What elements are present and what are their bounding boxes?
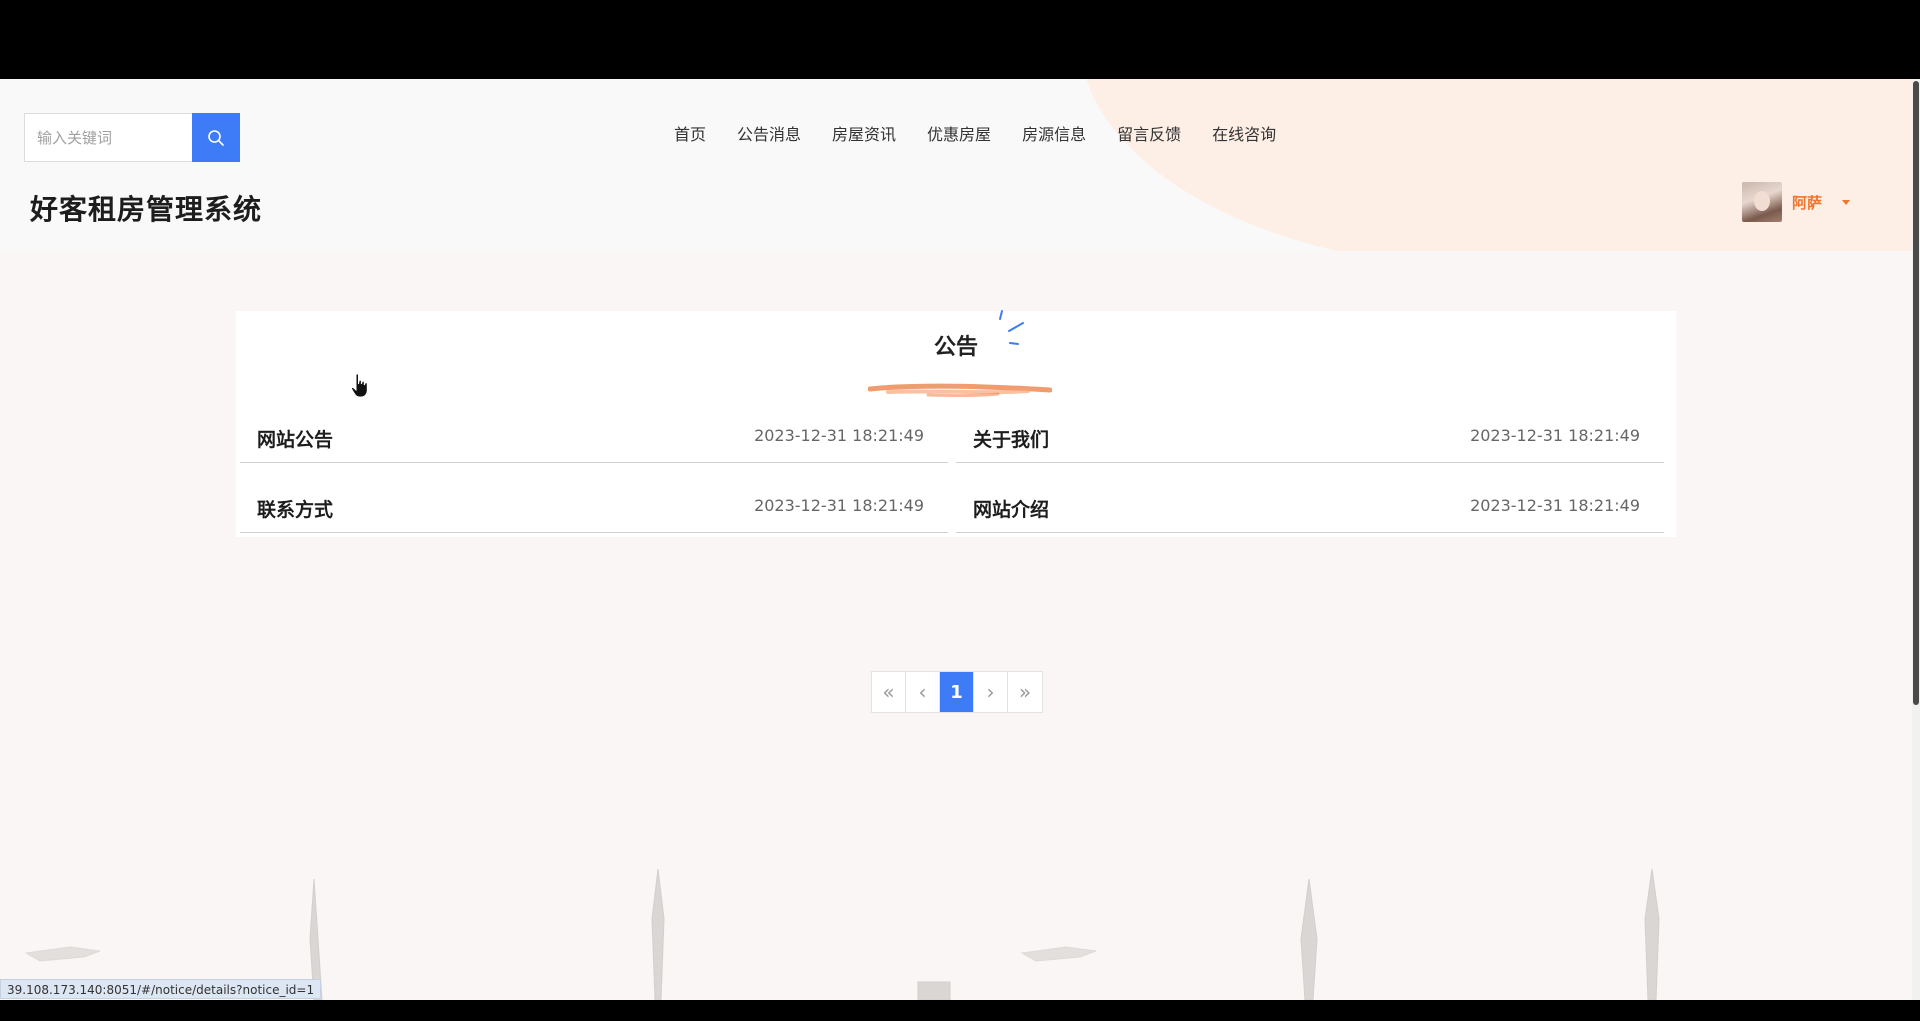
search-button[interactable] [192, 113, 240, 162]
browser-bottom-bar [0, 1000, 1920, 1021]
nav-item-online-consult[interactable]: 在线咨询 [1212, 123, 1276, 147]
pagination-last[interactable]: » [1008, 672, 1042, 712]
notice-title: 联系方式 [257, 499, 334, 521]
notice-item-2[interactable]: 关于我们 2023-12-31 18:21:49 [956, 405, 1664, 463]
notice-card: 公告 网站公告 2023-12-31 18:21:49 关于我们 2023-12… [236, 310, 1676, 537]
notice-title: 关于我们 [973, 429, 1050, 451]
hand-cursor-icon [350, 373, 368, 398]
page-viewport: 首页 公告消息 房屋资讯 优惠房屋 房源信息 留言反馈 在线咨询 好客租房管理系… [0, 79, 1920, 1000]
nav-item-notices[interactable]: 公告消息 [737, 123, 801, 147]
nav-item-home[interactable]: 首页 [674, 123, 706, 147]
site-title: 好客租房管理系统 [30, 193, 263, 226]
nav-item-feedback[interactable]: 留言反馈 [1117, 123, 1181, 147]
notice-item-1[interactable]: 网站公告 2023-12-31 18:21:49 [240, 405, 948, 463]
nav-item-listings[interactable]: 房源信息 [1022, 123, 1086, 147]
nav-item-house-news[interactable]: 房屋资讯 [832, 123, 896, 147]
pagination-prev[interactable]: ‹ [906, 672, 940, 712]
search-icon [208, 129, 224, 146]
section-title: 公告 [933, 335, 978, 360]
caret-down-icon [1842, 199, 1851, 205]
user-menu[interactable]: 阿萨 [1742, 182, 1851, 222]
notice-title: 网站介绍 [973, 499, 1050, 521]
notice-item-3[interactable]: 联系方式 2023-12-31 18:21:49 [240, 475, 948, 533]
pagination-current[interactable]: 1 [940, 672, 974, 712]
main-nav: 首页 公告消息 房屋资讯 优惠房屋 房源信息 留言反馈 在线咨询 [674, 123, 1307, 147]
header-decoration [1080, 79, 1920, 251]
skyline-decoration [24, 868, 1660, 1000]
pagination-next[interactable]: › [974, 672, 1008, 712]
notice-date: 2023-12-31 18:21:49 [754, 496, 924, 515]
avatar [1742, 182, 1782, 222]
search-input[interactable] [24, 113, 192, 162]
notice-item-4[interactable]: 网站介绍 2023-12-31 18:21:49 [956, 475, 1664, 533]
notice-title: 网站公告 [257, 429, 334, 451]
browser-top-bar [0, 0, 1920, 79]
user-name: 阿萨 [1792, 193, 1823, 212]
vertical-scrollbar[interactable] [1912, 79, 1920, 1000]
notice-date: 2023-12-31 18:21:49 [754, 426, 924, 445]
search-box [24, 113, 240, 162]
brush-underline [868, 383, 1052, 398]
notice-date: 2023-12-31 18:21:49 [1470, 426, 1640, 445]
site-header: 首页 公告消息 房屋资讯 优惠房屋 房源信息 留言反馈 在线咨询 好客租房管理系… [0, 79, 1920, 251]
pagination-first[interactable]: « [872, 672, 906, 712]
notice-date: 2023-12-31 18:21:49 [1470, 496, 1640, 515]
status-url: 39.108.173.140:8051/#/notice/details?not… [0, 979, 322, 999]
pagination: « ‹ 1 › » [871, 671, 1043, 713]
scrollbar-thumb[interactable] [1913, 81, 1919, 705]
nav-item-discount-houses[interactable]: 优惠房屋 [927, 123, 991, 147]
